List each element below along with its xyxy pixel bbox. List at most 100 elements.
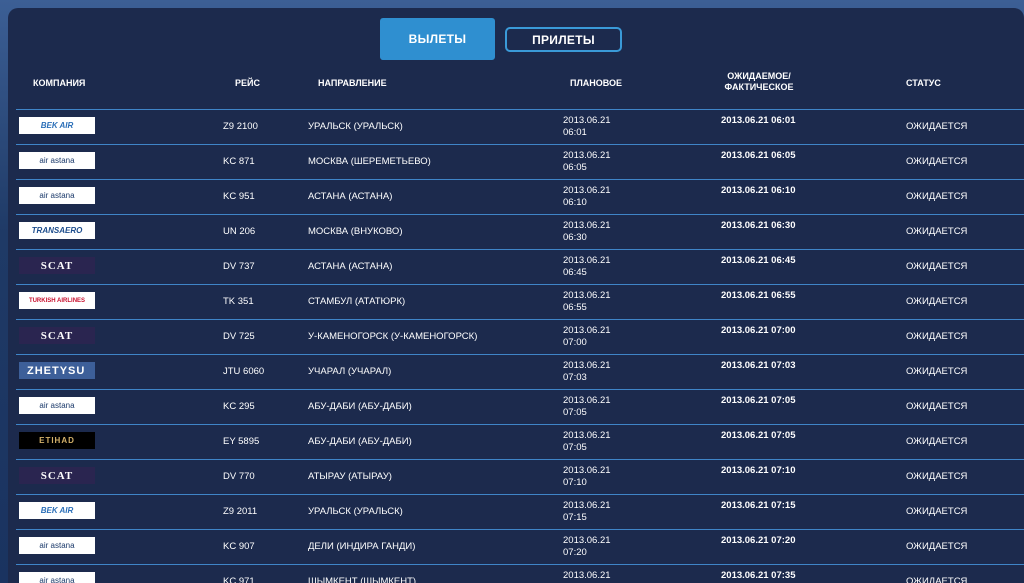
expected-time: 2013.06.21 07:20	[721, 535, 796, 546]
destination: ШЫМКЕНТ (ШЫМКЕНТ)	[308, 576, 417, 583]
header-status: СТАТУС	[906, 78, 941, 88]
scheduled-time: 2013.06.21 07:10	[563, 465, 611, 489]
destination: У-КАМЕНОГОРСК (У-КАМЕНОГОРСК)	[308, 331, 478, 342]
header-scheduled: ПЛАНОВОЕ	[570, 78, 623, 88]
flight-status: ОЖИДАЕТСЯ	[906, 541, 968, 552]
header-flight: РЕЙС	[235, 78, 260, 88]
airline-logo-text: TRANSAERO	[31, 226, 83, 235]
airline-logo: air astana	[19, 397, 95, 414]
scheduled-date: 2013.06.21	[563, 325, 611, 336]
scheduled-time: 2013.06.21 07:05	[563, 395, 611, 419]
scheduled-clock: 06:45	[563, 267, 587, 278]
flight-number: DV 770	[223, 471, 255, 482]
flight-board-panel: ВЫЛЕТЫ ПРИЛЕТЫ КОМПАНИЯ РЕЙС НАПРАВЛЕНИЕ…	[8, 8, 1024, 583]
table-row: ETIHAD EY 5895 АБУ-ДАБИ (АБУ-ДАБИ) 2013.06.…	[16, 425, 1024, 460]
scheduled-date: 2013.06.21	[563, 360, 611, 371]
airline-logo: air astana	[19, 537, 95, 554]
airline-logo-text: BEK AIR	[40, 121, 74, 130]
airline-logo: ZHETYSU	[19, 362, 95, 379]
airline-logo-text: SCAT	[40, 259, 74, 272]
table-row: air astana KC 951 АСТАНА (АСТАНА) 2013.06.2…	[16, 180, 1024, 215]
expected-time: 2013.06.21 06:30	[721, 220, 796, 231]
airline-logo-text: ZHETYSU	[27, 364, 86, 377]
scheduled-date: 2013.06.21	[563, 290, 611, 301]
scheduled-date: 2013.06.21	[563, 465, 611, 476]
header-destination: НАПРАВЛЕНИЕ	[318, 78, 387, 88]
table-row: BEK AIR Z9 2100 УРАЛЬСК (УРАЛЬСК) 2013.06.2…	[16, 110, 1024, 145]
airline-logo: air astana	[19, 152, 95, 169]
airline-logo-text: air astana	[39, 576, 75, 583]
flight-status: ОЖИДАЕТСЯ	[906, 506, 968, 517]
scheduled-time: 2013.06.21 06:45	[563, 255, 611, 279]
destination: УЧАРАЛ (УЧАРАЛ)	[308, 366, 392, 377]
airline-logo: TRANSAERO	[19, 222, 95, 239]
expected-time: 2013.06.21 07:15	[721, 500, 796, 511]
expected-time: 2013.06.21 07:35	[721, 570, 796, 581]
scheduled-date: 2013.06.21	[563, 535, 611, 546]
expected-time: 2013.06.21 06:55	[721, 290, 796, 301]
flight-status: ОЖИДАЕТСЯ	[906, 576, 968, 583]
flight-number: KC 907	[223, 541, 255, 552]
tab-bar: ВЫЛЕТЫ ПРИЛЕТЫ	[8, 18, 1024, 62]
destination: УРАЛЬСК (УРАЛЬСК)	[308, 121, 403, 132]
flight-number: KC 951	[223, 191, 255, 202]
scheduled-date: 2013.06.21	[563, 115, 611, 126]
expected-time: 2013.06.21 07:05	[721, 430, 796, 441]
airline-logo-text: SCAT	[40, 469, 74, 482]
flight-status: ОЖИДАЕТСЯ	[906, 226, 968, 237]
table-row: air astana KC 971 ШЫМКЕНТ (ШЫМКЕНТ) 2013.06…	[16, 565, 1024, 583]
airline-logo-text: TURKISH AIRLINES	[28, 297, 86, 304]
scheduled-clock: 07:15	[563, 512, 587, 523]
flight-number: DV 725	[223, 331, 255, 342]
header-company: КОМПАНИЯ	[33, 78, 86, 88]
flight-status: ОЖИДАЕТСЯ	[906, 471, 968, 482]
table-header: КОМПАНИЯ РЕЙС НАПРАВЛЕНИЕ ПЛАНОВОЕ ОЖИДА…	[8, 68, 1024, 110]
destination: АБУ-ДАБИ (АБУ-ДАБИ)	[308, 401, 412, 412]
destination: УРАЛЬСК (УРАЛЬСК)	[308, 506, 403, 517]
scheduled-time: 2013.06.21 07:05	[563, 430, 611, 454]
airline-logo: BEK AIR	[19, 117, 95, 134]
scheduled-time: 2013.06.21 06:55	[563, 290, 611, 314]
scheduled-clock: 06:05	[563, 162, 587, 173]
scheduled-clock: 07:00	[563, 337, 587, 348]
scheduled-time: 2013.06.21 07:20	[563, 535, 611, 559]
flight-number: TK 351	[223, 296, 254, 307]
flight-status: ОЖИДАЕТСЯ	[906, 366, 968, 377]
table-row: air astana KC 907 ДЕЛИ (ИНДИРА ГАНДИ) 2013.…	[16, 530, 1024, 565]
scheduled-time: 2013.06.21 06:01	[563, 115, 611, 139]
table-row: SCAT DV 737 АСТАНА (АСТАНА) 2013.06.21 06:45…	[16, 250, 1024, 285]
destination: АСТАНА (АСТАНА)	[308, 191, 393, 202]
header-expected: ОЖИДАЕМОЕ/ ФАКТИЧЕСКОЕ	[719, 71, 799, 93]
airline-logo-text: ETIHAD	[39, 436, 75, 445]
flight-number: Z9 2100	[223, 121, 258, 132]
airline-logo: air astana	[19, 572, 95, 583]
scheduled-time: 2013.06.2107:35	[563, 570, 611, 583]
flight-number: JTU 6060	[223, 366, 265, 377]
airline-logo: ETIHAD	[19, 432, 95, 449]
flight-number: UN 206	[223, 226, 256, 237]
scheduled-clock: 07:05	[563, 407, 587, 418]
flight-number: EY 5895	[223, 436, 260, 447]
flight-status: ОЖИДАЕТСЯ	[906, 191, 968, 202]
destination: АТЫРАУ (АТЫРАУ)	[308, 471, 392, 482]
flight-status: ОЖИДАЕТСЯ	[906, 401, 968, 412]
scheduled-date: 2013.06.21	[563, 570, 611, 581]
flight-number: DV 737	[223, 261, 255, 272]
expected-time: 2013.06.21 06:01	[721, 115, 796, 126]
scheduled-clock: 06:30	[563, 232, 587, 243]
airline-logo: air astana	[19, 187, 95, 204]
scheduled-time: 2013.06.21 06:30	[563, 220, 611, 244]
airline-logo: SCAT	[19, 467, 95, 484]
destination: ДЕЛИ (ИНДИРА ГАНДИ)	[308, 541, 416, 552]
scheduled-date: 2013.06.21	[563, 430, 611, 441]
flight-status: ОЖИДАЕТСЯ	[906, 436, 968, 447]
scheduled-clock: 07:10	[563, 477, 587, 488]
scheduled-time: 2013.06.21 07:15	[563, 500, 611, 524]
scheduled-date: 2013.06.21	[563, 150, 611, 161]
expected-time: 2013.06.21 06:10	[721, 185, 796, 196]
destination: СТАМБУЛ (АТАТЮРК)	[308, 296, 406, 307]
flight-number: Z9 2011	[223, 506, 258, 517]
scheduled-date: 2013.06.21	[563, 500, 611, 511]
tab-arrivals[interactable]: ПРИЛЕТЫ	[505, 27, 622, 52]
tab-departures[interactable]: ВЫЛЕТЫ	[380, 18, 495, 60]
